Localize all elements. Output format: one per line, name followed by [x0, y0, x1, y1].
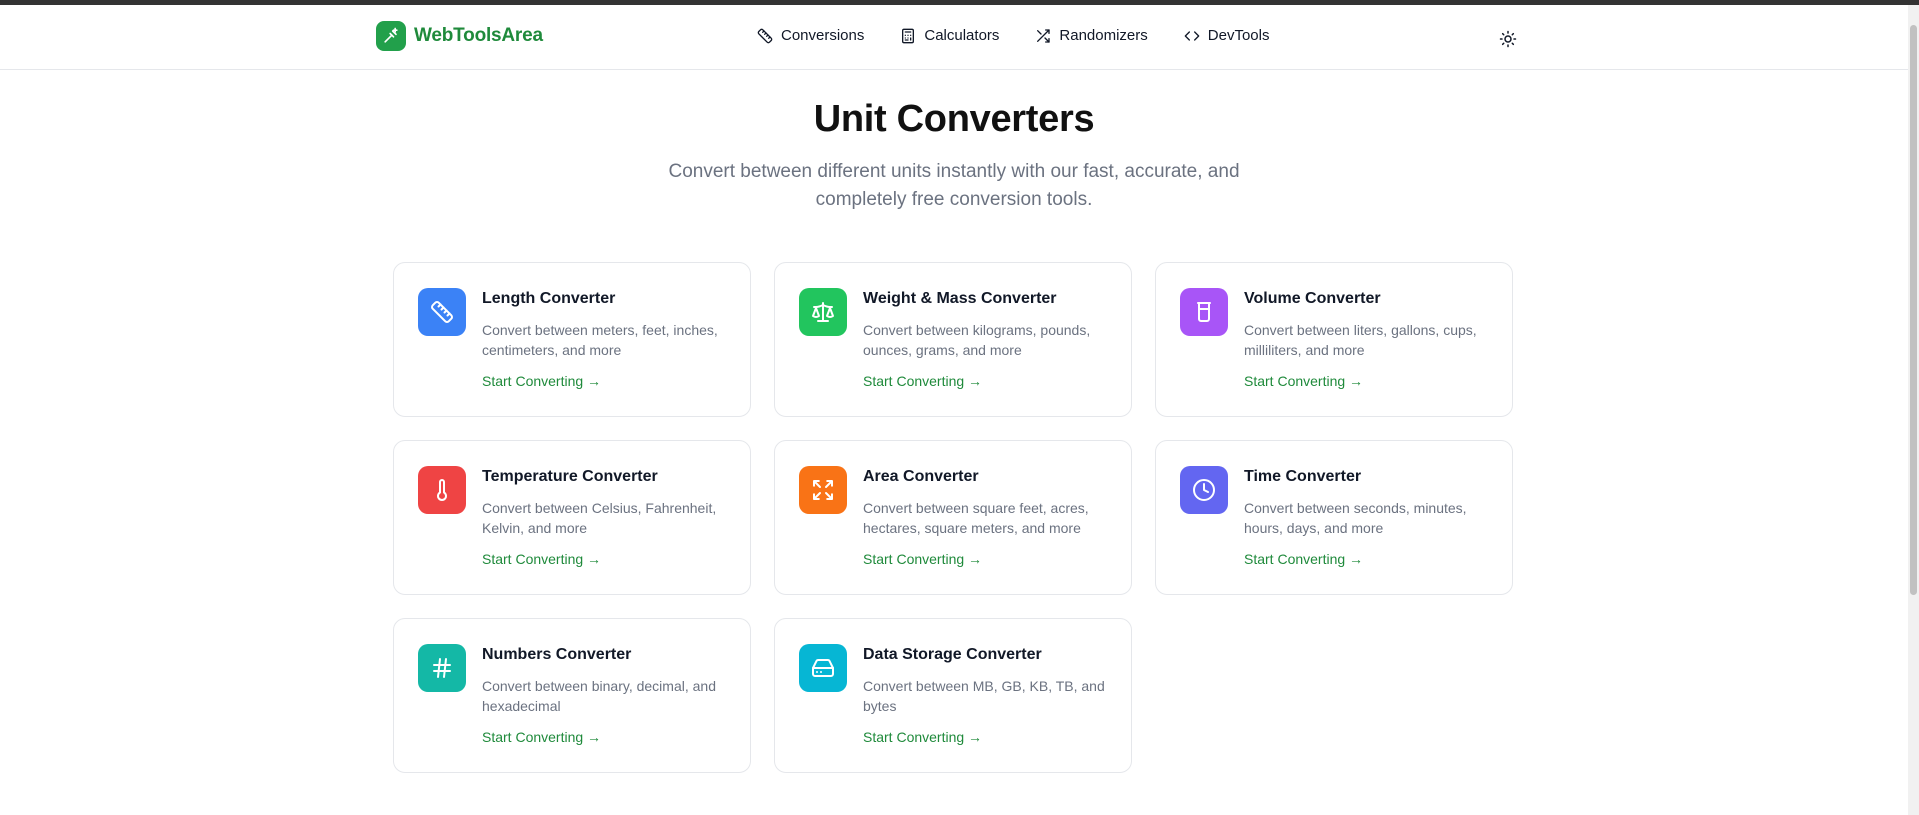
- card-icon-badge: [799, 644, 847, 692]
- card-icon-badge: [1180, 466, 1228, 514]
- card-numbers-converter[interactable]: Numbers Converter Convert between binary…: [393, 618, 751, 773]
- ruler-icon: [757, 28, 773, 43]
- card-description: Convert between meters, feet, inches, ce…: [482, 322, 718, 358]
- card-description: Convert between MB, GB, KB, TB, and byte…: [863, 678, 1105, 714]
- shuffle-icon: [1037, 28, 1051, 43]
- card-time-converter[interactable]: Time Converter Convert between seconds, …: [1155, 440, 1513, 595]
- thermometer-icon: [437, 479, 447, 501]
- page-subtitle: Convert between different units instantl…: [668, 161, 1240, 210]
- nav-label: Conversions: [781, 27, 865, 44]
- scrollbar-thumb[interactable]: [1910, 25, 1917, 595]
- nav-label: Randomizers: [1059, 27, 1148, 44]
- start-converting-link[interactable]: Start Converting →: [482, 551, 601, 567]
- card-data-storage-converter[interactable]: Data Storage Converter Convert between M…: [774, 618, 1132, 773]
- start-converting-link[interactable]: Start Converting →: [863, 551, 982, 567]
- start-converting-link[interactable]: Start Converting →: [482, 373, 601, 389]
- code-icon: [1184, 30, 1200, 41]
- main-nav: Conversions Calculators Randomizers DevT…: [757, 27, 1269, 44]
- hash-icon: [433, 658, 451, 678]
- card-icon-badge: [799, 466, 847, 514]
- card-temperature-converter[interactable]: Temperature Converter Convert between Ce…: [393, 440, 751, 595]
- hard-drive-icon: [812, 659, 834, 677]
- start-converting-link[interactable]: Start Converting →: [863, 373, 982, 389]
- start-converting-link[interactable]: Start Converting →: [1244, 373, 1363, 389]
- card-volume-converter[interactable]: Volume Converter Convert between liters,…: [1155, 262, 1513, 417]
- card-icon-badge: [418, 288, 466, 336]
- card-weight-mass-converter[interactable]: Weight & Mass Converter Convert between …: [774, 262, 1132, 417]
- card-title: Data Storage Converter: [863, 646, 1042, 663]
- card-title: Time Converter: [1244, 468, 1362, 485]
- clock-icon: [1193, 479, 1215, 501]
- ruler-icon: [431, 301, 453, 323]
- card-icon-badge: [1180, 288, 1228, 336]
- card-description: Convert between liters, gallons, cups, m…: [1244, 322, 1477, 358]
- card-description: Convert between Celsius, Fahrenheit, Kel…: [482, 500, 717, 536]
- logo-text: WebToolsArea: [414, 25, 543, 46]
- start-converting-link[interactable]: Start Converting →: [1244, 551, 1363, 567]
- theme-toggle-button[interactable]: [1496, 27, 1520, 51]
- card-area-converter[interactable]: Area Converter Convert between square fe…: [774, 440, 1132, 595]
- card-title: Numbers Converter: [482, 646, 632, 663]
- card-description: Convert between binary, decimal, and hex…: [482, 678, 716, 714]
- beaker-icon: [1197, 302, 1211, 322]
- sun-icon: [1499, 30, 1517, 48]
- site-header: WebToolsArea Conversions Calculators Ran…: [0, 5, 1908, 70]
- page-title: Unit Converters: [813, 98, 1095, 140]
- start-converting-link[interactable]: Start Converting →: [482, 729, 601, 745]
- nav-label: Calculators: [924, 27, 1000, 44]
- logo-icon: [376, 21, 406, 51]
- logo[interactable]: WebToolsArea: [376, 21, 543, 51]
- nav-label: DevTools: [1207, 27, 1270, 44]
- scrollbar[interactable]: [1908, 5, 1919, 815]
- card-icon-badge: [418, 466, 466, 514]
- expand-icon: [813, 480, 833, 500]
- nav-randomizers[interactable]: Randomizers: [1035, 27, 1148, 44]
- card-title: Volume Converter: [1244, 290, 1381, 307]
- card-title: Area Converter: [863, 468, 979, 485]
- start-converting-link[interactable]: Start Converting →: [863, 729, 982, 745]
- card-length-converter[interactable]: Length Converter Convert between meters,…: [393, 262, 751, 417]
- nav-calculators[interactable]: Calculators: [900, 27, 999, 44]
- nav-conversions[interactable]: Conversions: [757, 27, 864, 44]
- card-icon-badge: [418, 644, 466, 692]
- nav-devtools[interactable]: DevTools: [1184, 27, 1270, 44]
- card-description: Convert between kilograms, pounds, ounce…: [863, 322, 1091, 358]
- card-title: Weight & Mass Converter: [863, 290, 1057, 307]
- card-icon-badge: [799, 288, 847, 336]
- card-description: Convert between seconds, minutes, hours,…: [1244, 500, 1467, 536]
- card-title: Temperature Converter: [482, 468, 658, 485]
- card-description: Convert between square feet, acres, hect…: [863, 500, 1089, 536]
- calculator-icon: [902, 28, 915, 43]
- card-title: Length Converter: [482, 290, 616, 307]
- scale-icon: [812, 302, 834, 322]
